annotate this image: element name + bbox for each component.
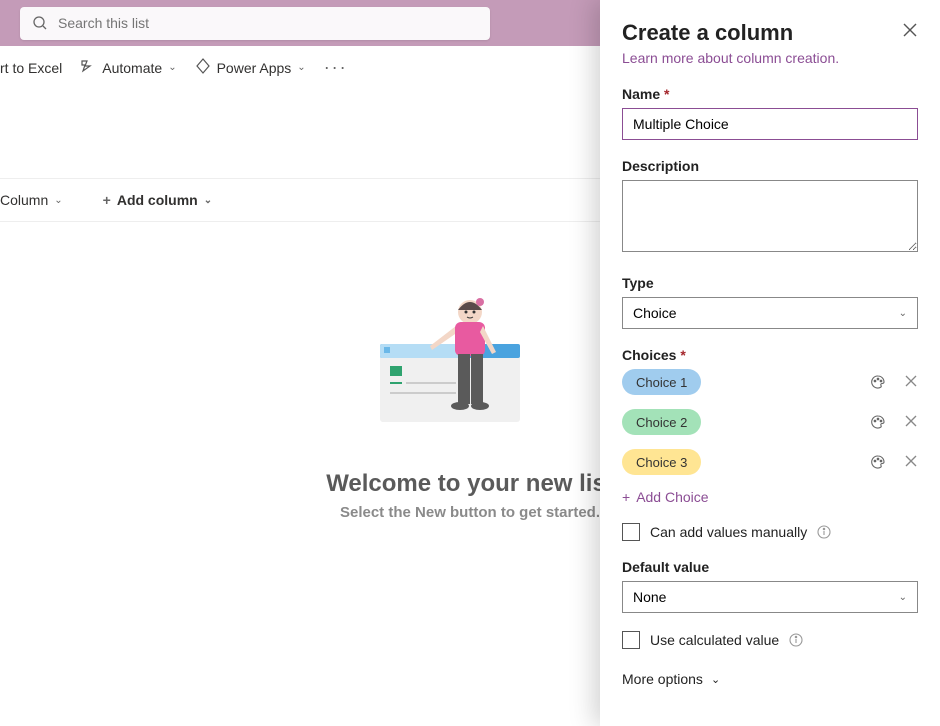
choice-row: Choice 2	[622, 409, 918, 435]
chevron-down-icon: ⌄	[168, 62, 176, 73]
info-icon[interactable]	[789, 633, 803, 647]
type-label: Type	[622, 275, 918, 291]
column-label: Column	[0, 192, 48, 208]
export-excel-button[interactable]: rt to Excel	[0, 60, 62, 76]
remove-choice-icon[interactable]	[904, 374, 918, 390]
remove-choice-icon[interactable]	[904, 454, 918, 470]
remove-choice-icon[interactable]	[904, 414, 918, 430]
column-header[interactable]: Column ⌄	[0, 192, 83, 208]
manual-values-label: Can add values manually	[650, 524, 807, 540]
plus-icon: +	[622, 489, 630, 505]
manual-values-row: Can add values manually	[622, 523, 918, 541]
calculated-value-label: Use calculated value	[650, 632, 779, 648]
choice-row: Choice 3	[622, 449, 918, 475]
search-input[interactable]	[58, 15, 478, 31]
powerapps-label: Power Apps	[217, 60, 292, 76]
panel-title: Create a column	[622, 20, 918, 46]
automate-label: Automate	[102, 60, 162, 76]
calculated-value-checkbox[interactable]	[622, 631, 640, 649]
name-label: Name *	[622, 86, 918, 102]
add-choice-button[interactable]: + Add Choice	[622, 489, 918, 505]
create-column-panel: Create a column Learn more about column …	[600, 0, 940, 726]
palette-icon[interactable]	[870, 374, 886, 390]
flow-icon	[80, 58, 96, 77]
power-apps-button[interactable]: Power Apps ⌄	[195, 58, 306, 77]
more-options-toggle[interactable]: More options ⌄	[622, 671, 918, 687]
default-value-select[interactable]: None ⌄	[622, 581, 918, 613]
palette-icon[interactable]	[870, 454, 886, 470]
add-choice-label: Add Choice	[636, 489, 708, 505]
powerapps-icon	[195, 58, 211, 77]
more-commands-button[interactable]: ···	[324, 57, 348, 78]
more-options-label: More options	[622, 671, 703, 687]
chevron-down-icon: ⌄	[711, 673, 720, 686]
export-label: rt to Excel	[0, 60, 62, 76]
learn-more-link[interactable]: Learn more about column creation.	[622, 50, 839, 66]
search-icon	[32, 15, 48, 31]
close-button[interactable]	[902, 22, 918, 43]
chevron-down-icon: ⌄	[899, 592, 907, 603]
choices-label: Choices *	[622, 347, 918, 363]
choice-pill[interactable]: Choice 3	[622, 449, 701, 475]
name-input[interactable]	[622, 108, 918, 140]
calculated-value-row: Use calculated value	[622, 631, 918, 649]
default-value-text: None	[633, 589, 666, 605]
palette-icon[interactable]	[870, 414, 886, 430]
automate-button[interactable]: Automate ⌄	[80, 58, 176, 77]
choice-pill[interactable]: Choice 1	[622, 369, 701, 395]
choice-pill[interactable]: Choice 2	[622, 409, 701, 435]
add-column-label: Add column	[117, 192, 198, 208]
default-value-label: Default value	[622, 559, 918, 575]
chevron-down-icon: ⌄	[899, 308, 907, 319]
chevron-down-icon: ⌄	[297, 62, 305, 73]
chevron-down-icon: ⌄	[54, 195, 62, 206]
add-column-button[interactable]: + Add column ⌄	[103, 192, 232, 208]
type-select[interactable]: Choice ⌄	[622, 297, 918, 329]
info-icon[interactable]	[817, 525, 831, 539]
manual-values-checkbox[interactable]	[622, 523, 640, 541]
description-label: Description	[622, 158, 918, 174]
search-box[interactable]	[20, 7, 490, 40]
choice-row: Choice 1	[622, 369, 918, 395]
plus-icon: +	[103, 192, 111, 208]
chevron-down-icon: ⌄	[204, 195, 212, 206]
description-input[interactable]	[622, 180, 918, 252]
type-value: Choice	[633, 305, 677, 321]
empty-state-illustration	[370, 292, 570, 452]
